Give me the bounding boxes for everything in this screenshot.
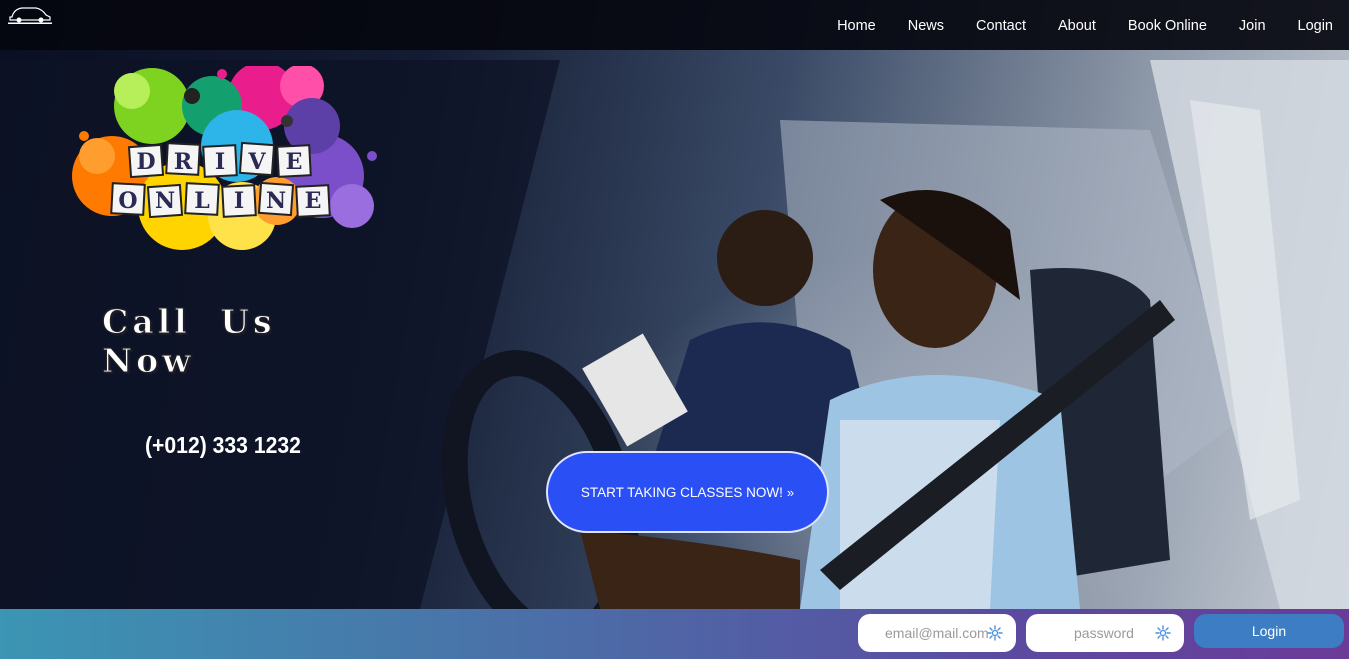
nav-join[interactable]: Join xyxy=(1239,18,1266,34)
logo-letter: L xyxy=(194,188,209,214)
start-classes-label: START TAKING CLASSES NOW! xyxy=(580,484,783,500)
top-navigation-bar: Home News Contact About Book Online Join… xyxy=(0,0,1349,50)
nav-news[interactable]: News xyxy=(908,18,944,34)
double-chevron-right-icon: » xyxy=(786,484,795,500)
password-field-wrapper xyxy=(1026,614,1184,652)
nav-about[interactable]: About xyxy=(1058,18,1096,34)
nav-home[interactable]: Home xyxy=(837,18,876,34)
nav-contact[interactable]: Contact xyxy=(976,18,1026,34)
nav-book-online[interactable]: Book Online xyxy=(1128,18,1207,34)
start-classes-button[interactable]: START TAKING CLASSES NOW! » xyxy=(546,451,829,533)
site-logo-icon[interactable] xyxy=(6,3,54,25)
logo-letter: N xyxy=(266,188,286,214)
main-nav: Home News Contact About Book Online Join… xyxy=(805,0,1333,52)
email-field-wrapper xyxy=(858,614,1016,652)
login-button[interactable]: Login xyxy=(1194,614,1344,648)
logo-letter: E xyxy=(286,149,303,175)
logo-letter: R xyxy=(174,149,193,175)
logo-letter: O xyxy=(118,188,137,214)
logo-letter: I xyxy=(215,149,225,175)
logo-letter: E xyxy=(305,188,322,214)
logo-letter: V xyxy=(247,149,266,175)
logo-letter: N xyxy=(155,188,175,214)
gear-icon xyxy=(987,625,1003,641)
phone-number[interactable]: (+012) 333 1232 xyxy=(145,432,301,459)
login-bar: Login xyxy=(0,609,1349,659)
gear-icon xyxy=(1155,625,1171,641)
logo-letter: I xyxy=(234,188,244,214)
call-us-heading: Call Us Now xyxy=(102,302,276,381)
drive-online-logo: D R I V EO N L I N E xyxy=(72,66,377,250)
nav-login[interactable]: Login xyxy=(1298,18,1333,34)
logo-letter: D xyxy=(136,149,155,175)
